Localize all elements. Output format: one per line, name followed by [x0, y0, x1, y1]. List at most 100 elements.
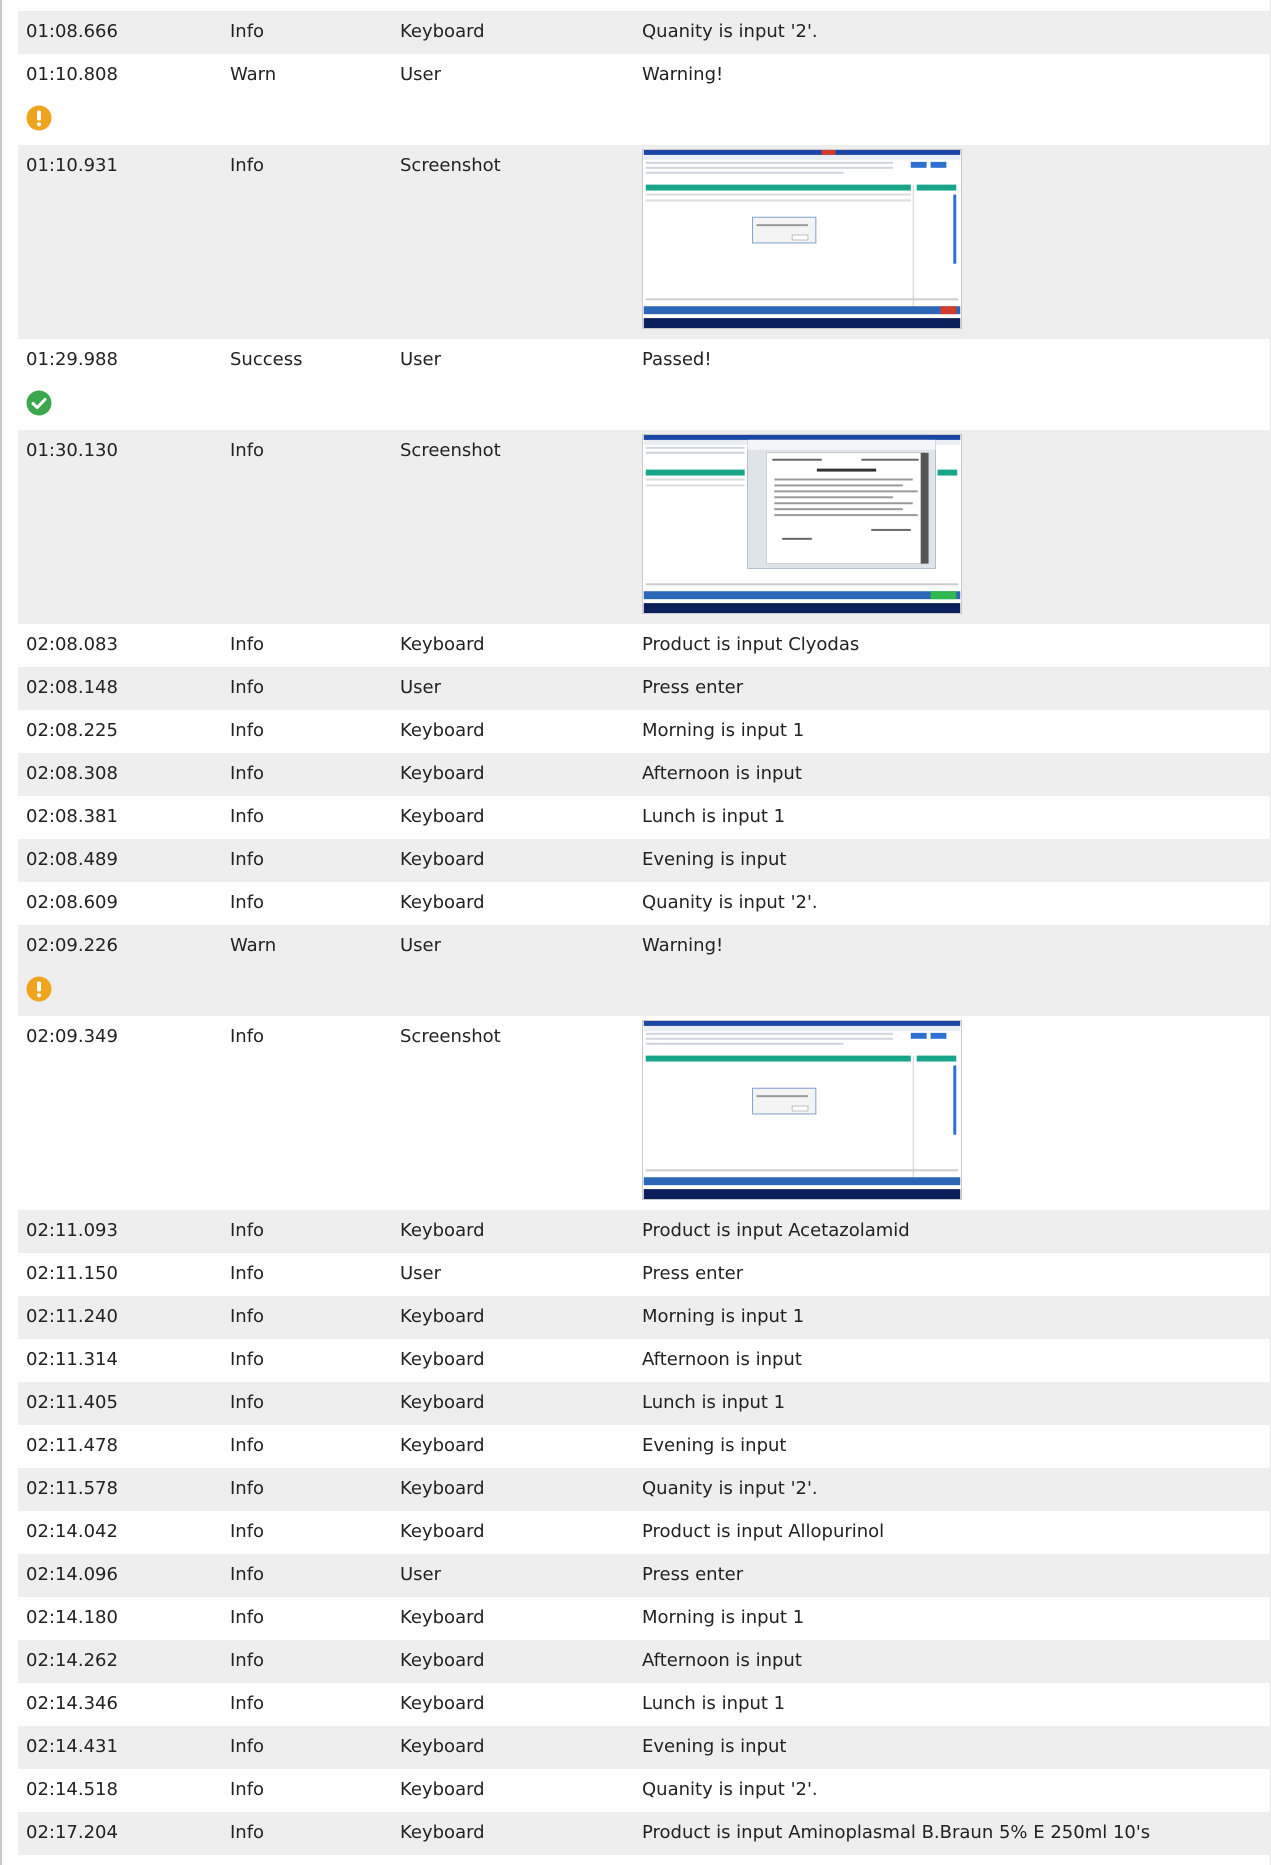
log-level: Info — [230, 1220, 265, 1241]
log-row: 02:08.381 Info Keyboard Lunch is input 1 — [18, 796, 1271, 839]
log-row: 02:11.240 Info Keyboard Morning is input 1 — [18, 1296, 1271, 1339]
log-level: Info — [230, 155, 265, 176]
log-source: Screenshot — [400, 440, 501, 461]
log-time: 02:08.489 — [26, 849, 118, 870]
log-message: Morning is input 1 — [642, 1306, 805, 1327]
log-source: Screenshot — [400, 1026, 501, 1047]
log-time: 01:29.988 — [26, 349, 118, 370]
log-source: Keyboard — [400, 1736, 485, 1757]
log-level: Info — [230, 1736, 265, 1757]
log-level: Info — [230, 1435, 265, 1456]
log-row: 02:17.204 Info Keyboard Product is input Am… — [18, 1812, 1271, 1855]
log-level: Info — [230, 1521, 265, 1542]
log-level: Info — [230, 677, 265, 698]
log-source: Keyboard — [400, 892, 485, 913]
log-message: Afternoon is input — [642, 1650, 802, 1671]
log-message: Lunch is input 1 — [642, 806, 786, 827]
log-time: 02:11.578 — [26, 1478, 118, 1499]
log-row: 02:11.405 Info Keyboard Lunch is input 1 — [18, 1382, 1271, 1425]
log-time: 01:10.808 — [26, 64, 118, 85]
log-time: 02:08.609 — [26, 892, 118, 913]
log-message: Passed! — [642, 349, 712, 370]
log-time: 02:09.226 — [26, 935, 118, 956]
log-row: 01:30.130 Info Screenshot — [18, 430, 1271, 624]
log-row: 02:14.431 Info Keyboard Evening is input — [18, 1726, 1271, 1769]
log-row: 02:08.489 Info Keyboard Evening is input — [18, 839, 1271, 882]
log-source: User — [400, 677, 442, 698]
log-time: 02:11.093 — [26, 1220, 118, 1241]
log-source: User — [400, 935, 442, 956]
log-level: Info — [230, 21, 265, 42]
log-level: Info — [230, 634, 265, 655]
log-level: Info — [230, 1263, 265, 1284]
log-source: Keyboard — [400, 1349, 485, 1370]
screenshot-thumbnail[interactable] — [642, 434, 962, 614]
log-message: Evening is input — [642, 849, 787, 870]
log-time: 02:14.042 — [26, 1521, 118, 1542]
log-time: 02:11.405 — [26, 1392, 118, 1413]
log-source: Keyboard — [400, 634, 485, 655]
log-source: Keyboard — [400, 1306, 485, 1327]
warning-icon — [26, 105, 52, 131]
log-source: Keyboard — [400, 763, 485, 784]
log-row: 01:10.808 Warn User Warning! — [18, 54, 1271, 145]
log-source: Keyboard — [400, 806, 485, 827]
log-message: Press enter — [642, 1263, 744, 1284]
log-time: 02:09.349 — [26, 1026, 118, 1047]
log-source: User — [400, 349, 442, 370]
log-message: Quanity is input '2'. — [642, 1779, 818, 1800]
log-time: 02:08.225 — [26, 720, 118, 741]
log-source: Keyboard — [400, 1521, 485, 1542]
log-level: Info — [230, 892, 265, 913]
log-source: Keyboard — [400, 1693, 485, 1714]
log-table: 01:08.666 Info Keyboard Quanity is input '2… — [18, 11, 1271, 1855]
log-message: Press enter — [642, 1564, 744, 1585]
log-row: 02:11.093 Info Keyboard Product is input Ac… — [18, 1210, 1271, 1253]
screenshot-thumbnail[interactable] — [642, 1020, 962, 1200]
log-level: Info — [230, 1650, 265, 1671]
log-source: Keyboard — [400, 1779, 485, 1800]
log-row: 01:08.666 Info Keyboard Quanity is input '2… — [18, 11, 1271, 54]
screenshot-thumbnail[interactable] — [642, 149, 962, 329]
log-time: 02:14.518 — [26, 1779, 118, 1800]
log-time: 01:10.931 — [26, 155, 118, 176]
log-time: 02:14.096 — [26, 1564, 118, 1585]
log-row: 02:08.308 Info Keyboard Afternoon is input — [18, 753, 1271, 796]
log-message: Morning is input 1 — [642, 1607, 805, 1628]
log-level: Info — [230, 1779, 265, 1800]
log-row: 02:11.578 Info Keyboard Quanity is input '2… — [18, 1468, 1271, 1511]
log-time: 02:08.308 — [26, 763, 118, 784]
log-message: Afternoon is input — [642, 763, 802, 784]
log-level: Info — [230, 849, 265, 870]
log-row: 02:14.346 Info Keyboard Lunch is input 1 — [18, 1683, 1271, 1726]
log-source: Keyboard — [400, 1650, 485, 1671]
log-source: User — [400, 64, 442, 85]
log-message: Quanity is input '2'. — [642, 892, 818, 913]
log-source: Keyboard — [400, 849, 485, 870]
log-row: 02:09.226 Warn User Warning! — [18, 925, 1271, 1016]
log-level: Warn — [230, 935, 277, 956]
log-message: Warning! — [642, 935, 724, 956]
log-row: 02:14.180 Info Keyboard Morning is input 1 — [18, 1597, 1271, 1640]
log-source: Keyboard — [400, 1607, 485, 1628]
log-message: Press enter — [642, 677, 744, 698]
log-source: Keyboard — [400, 21, 485, 42]
log-level: Info — [230, 1822, 265, 1843]
log-source: Keyboard — [400, 1435, 485, 1456]
log-time: 02:11.240 — [26, 1306, 118, 1327]
log-message: Product is input Allopurinol — [642, 1521, 885, 1542]
log-level: Info — [230, 1392, 265, 1413]
log-row: 01:10.931 Info Screenshot — [18, 145, 1271, 339]
log-time: 02:08.083 — [26, 634, 118, 655]
log-row: 01:29.988 Success User Passed! — [18, 339, 1271, 430]
log-message: Morning is input 1 — [642, 720, 805, 741]
log-time: 02:11.314 — [26, 1349, 118, 1370]
log-row: 02:11.314 Info Keyboard Afternoon is input — [18, 1339, 1271, 1382]
log-source: User — [400, 1564, 442, 1585]
log-time: 02:08.381 — [26, 806, 118, 827]
log-time: 02:08.148 — [26, 677, 118, 698]
log-row: 02:11.150 Info User Press enter — [18, 1253, 1271, 1296]
log-message: Quanity is input '2'. — [642, 1478, 818, 1499]
log-row: 02:14.096 Info User Press enter — [18, 1554, 1271, 1597]
log-level: Info — [230, 1564, 265, 1585]
